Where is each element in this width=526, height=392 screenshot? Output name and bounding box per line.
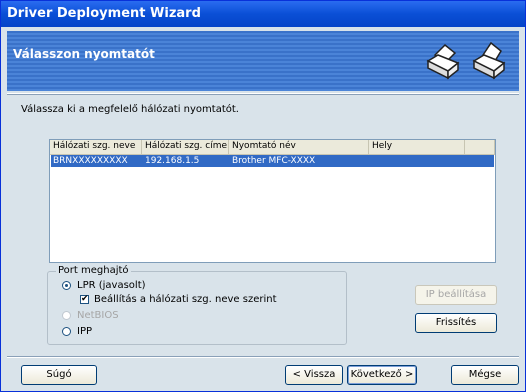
radio-netbios-label: NetBIOS bbox=[77, 310, 119, 321]
title-bar[interactable]: Driver Deployment Wizard bbox=[1, 1, 525, 27]
back-button[interactable]: < Vissza bbox=[285, 365, 343, 385]
list-header: Hálózati szg. neve Hálózati szg. címe Ny… bbox=[50, 140, 495, 155]
radio-ipp[interactable]: IPP bbox=[62, 326, 92, 337]
header-banner: Válasszon nyomtatót bbox=[7, 31, 519, 91]
list-row[interactable]: BRNXXXXXXXXX 192.168.1.5 Brother MFC-XXX… bbox=[51, 155, 494, 167]
column-header-name[interactable]: Hálózati szg. neve bbox=[50, 140, 142, 154]
cancel-button[interactable]: Mégse bbox=[451, 365, 519, 385]
radio-ipp-label: IPP bbox=[77, 326, 93, 337]
checkbox-hostname-label: Beállítás a hálózati szg. neve szerint bbox=[94, 294, 277, 305]
row-location bbox=[370, 155, 466, 167]
printer-icon bbox=[472, 41, 506, 80]
port-driver-group: Port meghajtó LPR (javasolt) ✔ Beállítás… bbox=[47, 265, 347, 345]
next-button[interactable]: Következő > bbox=[347, 365, 417, 385]
checkbox-hostname-box[interactable]: ✔ bbox=[80, 295, 89, 304]
help-button[interactable]: Súgó bbox=[21, 365, 97, 385]
radio-lpr-label: LPR (javasolt) bbox=[77, 280, 146, 291]
footer-divider bbox=[7, 356, 519, 358]
row-address: 192.168.1.5 bbox=[145, 156, 200, 166]
column-header-location[interactable]: Hely bbox=[369, 140, 465, 154]
refresh-button[interactable]: Frissítés bbox=[415, 313, 497, 333]
instruction-text: Válassza ki a megfelelő hálózati nyomtat… bbox=[21, 104, 239, 115]
row-name: BRNXXXXXXXXX bbox=[53, 156, 128, 166]
row-printer: Brother MFC-XXXX bbox=[232, 156, 316, 166]
port-group-label: Port meghajtó bbox=[56, 265, 131, 276]
radio-ipp-indicator[interactable] bbox=[62, 327, 71, 336]
column-header-address[interactable]: Hálózati szg. címe bbox=[142, 140, 229, 154]
ip-settings-button[interactable]: IP beállítása bbox=[415, 285, 497, 305]
printer-icon bbox=[426, 43, 460, 80]
radio-netbios-indicator[interactable] bbox=[62, 311, 71, 320]
radio-lpr[interactable]: LPR (javasolt) bbox=[62, 280, 146, 291]
window-title: Driver Deployment Wizard bbox=[7, 6, 201, 21]
column-header-filler bbox=[465, 140, 495, 154]
radio-lpr-indicator[interactable] bbox=[62, 281, 71, 290]
column-header-printer[interactable]: Nyomtató név bbox=[229, 140, 369, 154]
page-heading: Válasszon nyomtatót bbox=[13, 47, 155, 61]
printer-list[interactable]: Hálózati szg. neve Hálózati szg. címe Ny… bbox=[49, 139, 496, 263]
radio-netbios[interactable]: NetBIOS bbox=[62, 310, 119, 321]
header-divider bbox=[7, 93, 519, 95]
wizard-window: Driver Deployment Wizard Válasszon nyomt… bbox=[0, 0, 526, 392]
checkbox-hostname[interactable]: ✔ Beállítás a hálózati szg. neve szerint bbox=[80, 294, 277, 305]
